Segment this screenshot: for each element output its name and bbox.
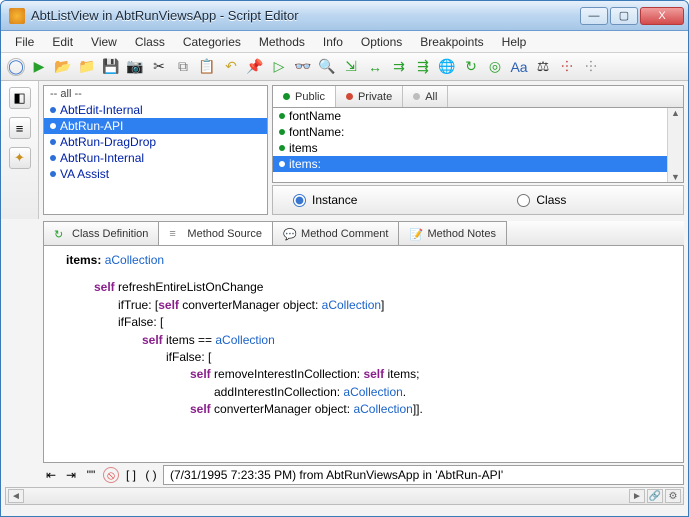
graph1-icon[interactable]: ↔ [367,59,383,75]
undo-icon[interactable]: ↶ [223,59,239,75]
method-selector: items: [66,253,101,267]
method-item[interactable]: items: [273,156,683,172]
close-button[interactable]: X [640,7,684,25]
pin-icon[interactable]: 📌 [247,59,263,75]
camera-icon[interactable]: 📷 [127,59,143,75]
category-item[interactable]: AbtRun-Internal [44,150,267,166]
gear-icon[interactable]: ⚙ [665,489,681,503]
window-title: AbtListView in AbtRunViewsApp - Script E… [31,8,580,23]
menu-file[interactable]: File [7,33,42,51]
scope-tab-private[interactable]: Private [336,86,403,107]
copy-icon[interactable]: ⧉ [175,59,191,75]
search-icon[interactable]: 🔍 [319,59,335,75]
refresh-icon[interactable]: ↻ [463,59,479,75]
method-list[interactable]: fontNamefontName:itemsitems: ▲▼ [272,107,684,183]
history-back-icon[interactable]: ◯ [7,58,25,76]
categories-pane[interactable]: -- all -- AbtEdit-InternalAbtRun-APIAbtR… [43,85,268,215]
indent-right-icon[interactable]: ⇥ [63,467,79,483]
stop-icon[interactable]: ⦸ [103,467,119,483]
source-tab-method-source[interactable]: ≡Method Source [158,221,273,245]
menu-info[interactable]: Info [315,33,351,51]
play-icon[interactable]: ▷ [271,59,287,75]
brackets-icon[interactable]: [ ] [123,467,139,483]
menubar: FileEditViewClassCategoriesMethodsInfoOp… [1,31,688,53]
menu-options[interactable]: Options [353,33,410,51]
menu-categories[interactable]: Categories [175,33,249,51]
method-item[interactable]: items [273,140,683,156]
cluster-icon[interactable]: ⸭ [559,59,575,75]
category-item[interactable]: AbtRun-API [44,118,267,134]
scroll-right-icon[interactable]: ► [629,489,645,503]
cluster2-icon[interactable]: ⸭ [583,59,599,75]
method-item[interactable]: fontName [273,108,683,124]
category-item[interactable]: VA Assist [44,166,267,182]
source-tabs: ↻Class Definition≡Method Source💬Method C… [43,221,684,245]
target-icon[interactable]: ◎ [487,59,503,75]
left-tool-column: ◧ ≡ ✦ [1,81,39,219]
menu-methods[interactable]: Methods [251,33,313,51]
cut-icon[interactable]: ✂ [151,59,167,75]
balance-icon[interactable]: ⚖ [535,59,551,75]
source-editor[interactable]: items: aCollection self refreshEntireLis… [43,245,684,463]
categories-all-row[interactable]: -- all -- [44,86,267,102]
menu-edit[interactable]: Edit [44,33,81,51]
status-text: (7/31/1995 7:23:35 PM) from AbtRunViewsA… [163,465,684,485]
scope-tabs: PublicPrivateAll [272,85,684,107]
font-icon[interactable]: Aa [511,59,527,75]
folder-icon[interactable]: 📁 [79,59,95,75]
menu-view[interactable]: View [83,33,125,51]
link-icon[interactable]: 🔗 [647,489,663,503]
category-item[interactable]: AbtRun-DragDrop [44,134,267,150]
menu-class[interactable]: Class [127,33,173,51]
window-frame: AbtListView in AbtRunViewsApp - Script E… [0,0,689,517]
side-source-icon[interactable]: ≡ [9,117,31,139]
class-radio[interactable]: Class [517,193,566,207]
graph2-icon[interactable]: ⇉ [391,59,407,75]
source-tab-method-comment[interactable]: 💬Method Comment [272,221,399,245]
paste-icon[interactable]: 📋 [199,59,215,75]
open-icon[interactable]: 📂 [55,59,71,75]
scroll-left-icon[interactable]: ◄ [8,489,24,503]
source-tab-method-notes[interactable]: 📝Method Notes [398,221,506,245]
category-item[interactable]: AbtEdit-Internal [44,102,267,118]
horizontal-scrollbar[interactable]: ◄ ► 🔗 ⚙ [5,487,684,505]
app-icon [9,8,25,24]
quote-icon[interactable]: "" [83,467,99,483]
menu-breakpoints[interactable]: Breakpoints [412,33,491,51]
status-row: ⇤ ⇥ "" ⦸ [ ] ( ) (7/31/1995 7:23:35 PM) … [43,465,684,485]
side-hierarchy-icon[interactable]: ◧ [9,87,31,109]
side-radio-bar: Instance Class [272,185,684,215]
save-icon[interactable]: 💾 [103,59,119,75]
globe-icon[interactable]: 🌐 [439,59,455,75]
parens-icon[interactable]: ( ) [143,467,159,483]
scope-tab-public[interactable]: Public [273,86,336,108]
scope-tab-all[interactable]: All [403,86,448,107]
method-list-scrollbar[interactable]: ▲▼ [667,108,683,182]
tree-icon[interactable]: ⇲ [343,59,359,75]
instance-radio[interactable]: Instance [293,193,357,207]
glasses-icon[interactable]: 👓 [295,59,311,75]
method-argument: aCollection [105,253,164,267]
run-icon[interactable]: ▶ [31,59,47,75]
graph3-icon[interactable]: ⇶ [415,59,431,75]
method-item[interactable]: fontName: [273,124,683,140]
minimize-button[interactable]: — [580,7,608,25]
maximize-button[interactable]: ▢ [610,7,638,25]
source-tab-class-definition[interactable]: ↻Class Definition [43,221,159,245]
toolbar: ◯ ▶ 📂 📁 💾 📷 ✂ ⧉ 📋 ↶ 📌 ▷ 👓 🔍 ⇲ ↔ ⇉ ⇶ 🌐 ↻ ◎ Aa ⚖ ⸭ ⸭ [1,53,688,81]
menu-help[interactable]: Help [494,33,535,51]
indent-left-icon[interactable]: ⇤ [43,467,59,483]
titlebar[interactable]: AbtListView in AbtRunViewsApp - Script E… [1,1,688,31]
side-misc-icon[interactable]: ✦ [9,147,31,169]
